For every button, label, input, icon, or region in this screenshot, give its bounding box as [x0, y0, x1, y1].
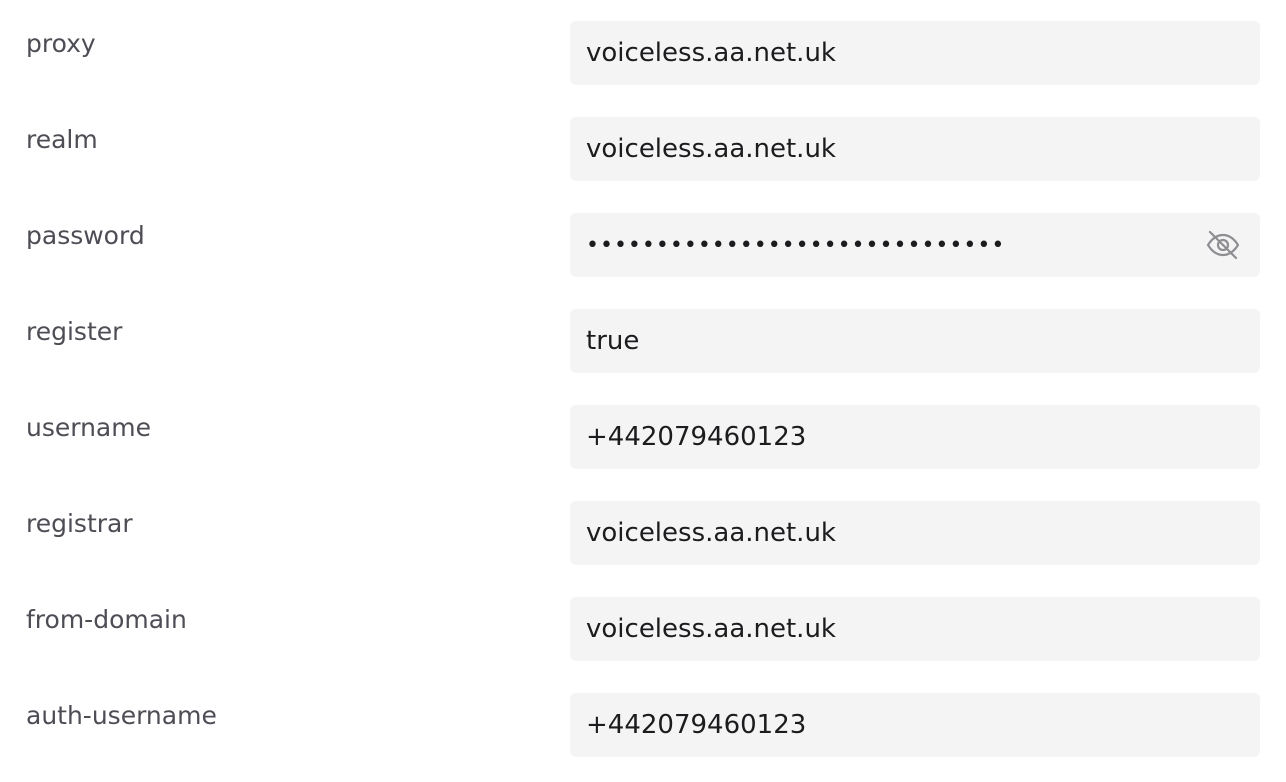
- field-row-from-domain: from-domain: [0, 597, 1286, 661]
- password-input[interactable]: [586, 213, 1186, 277]
- field-row-realm: realm: [0, 117, 1286, 181]
- sip-settings-form: proxy realm password register: [0, 0, 1286, 782]
- realm-input[interactable]: [586, 117, 1186, 181]
- field-box-registrar: [570, 501, 1260, 565]
- field-label-from-domain: from-domain: [26, 605, 187, 634]
- field-box-from-domain: [570, 597, 1260, 661]
- register-input[interactable]: [586, 309, 1186, 373]
- proxy-input[interactable]: [586, 21, 1186, 85]
- field-label-register: register: [26, 317, 123, 346]
- field-label-auth-username: auth-username: [26, 701, 217, 730]
- field-label-registrar: registrar: [26, 509, 133, 538]
- field-row-auth-username: auth-username: [0, 693, 1286, 757]
- field-row-proxy: proxy: [0, 21, 1286, 85]
- eye-slash-icon[interactable]: [1206, 229, 1240, 261]
- field-row-register: register: [0, 309, 1286, 373]
- field-box-username: [570, 405, 1260, 469]
- registrar-input[interactable]: [586, 501, 1186, 565]
- field-label-username: username: [26, 413, 151, 442]
- field-box-password: [570, 213, 1260, 277]
- field-label-proxy: proxy: [26, 29, 96, 58]
- field-box-auth-username: [570, 693, 1260, 757]
- field-box-proxy: [570, 21, 1260, 85]
- field-box-realm: [570, 117, 1260, 181]
- field-row-username: username: [0, 405, 1286, 469]
- username-input[interactable]: [586, 405, 1186, 469]
- field-label-password: password: [26, 221, 145, 250]
- auth-username-input[interactable]: [586, 693, 1186, 757]
- field-label-realm: realm: [26, 125, 98, 154]
- field-row-registrar: registrar: [0, 501, 1286, 565]
- from-domain-input[interactable]: [586, 597, 1186, 661]
- field-row-password: password: [0, 213, 1286, 277]
- field-box-register: [570, 309, 1260, 373]
